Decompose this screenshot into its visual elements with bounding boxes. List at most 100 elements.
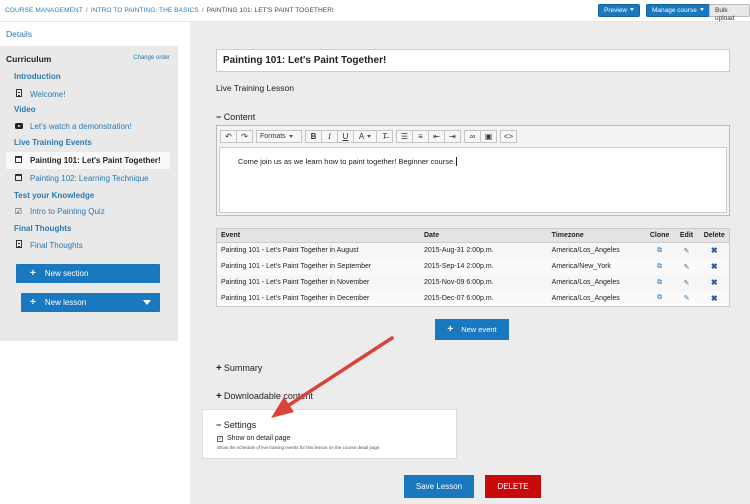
settings-panel: − Settings ✓ Show on detail page Show the… <box>202 409 457 459</box>
undo-icon[interactable]: ↶ <box>220 130 237 143</box>
lesson-quiz[interactable]: ☑ Intro to Painting Quiz <box>14 207 105 216</box>
delete-icon[interactable]: ✖ <box>699 290 730 307</box>
event-timezone: America/Los_Angeles <box>551 279 620 286</box>
clone-icon[interactable]: ⧉ <box>646 275 674 291</box>
delete-icon[interactable]: ✖ <box>699 275 729 291</box>
delete-icon[interactable]: ✖ <box>699 243 729 259</box>
manage-course-button[interactable]: Manage course <box>646 4 710 17</box>
summary-label: Summary <box>223 363 263 373</box>
show-on-detail-help: Show the schedule of live training event… <box>217 445 381 450</box>
details-link[interactable]: Details <box>6 29 32 39</box>
lesson-title-input[interactable]: Painting 101: Let's Paint Together! <box>216 49 730 72</box>
lesson-label: Welcome! <box>30 89 66 99</box>
event-timezone: America/Los_Angeles <box>547 290 646 307</box>
table-row: Painting 101 - Let's Paint Together in S… <box>216 258 730 275</box>
calendar-icon <box>14 156 23 165</box>
lesson-label: Intro to Painting Quiz <box>30 207 105 216</box>
delete-button[interactable]: DELETE <box>485 475 541 498</box>
numbered-list-icon[interactable]: ≡ <box>412 130 429 143</box>
save-lesson-button[interactable]: Save Lesson <box>404 475 474 498</box>
underline-icon[interactable]: U <box>337 130 354 143</box>
chevron-down-icon <box>288 135 293 138</box>
section-test-knowledge[interactable]: Test your Knowledge <box>14 191 94 200</box>
breadcrumb-course-management[interactable]: COURSE MANAGEMENT <box>5 7 83 14</box>
show-on-detail-label: Show on detail page <box>227 435 291 442</box>
breadcrumb-course[interactable]: INTRO TO PAINTING: THE BASICS <box>91 7 199 14</box>
editor-text: Come join us as we learn how to paint to… <box>238 157 456 166</box>
document-icon <box>14 240 23 250</box>
table-row: Painting 101 - Let's Paint Together in D… <box>216 290 730 307</box>
clone-icon[interactable]: ⧉ <box>645 290 674 307</box>
pencil-icon[interactable]: ✎ <box>674 275 700 291</box>
checkbox-icon: ☑ <box>14 207 23 216</box>
breadcrumb-separator: / <box>85 7 88 14</box>
collapse-icon: − <box>216 420 222 430</box>
checkmark-icon: ✓ <box>217 435 223 442</box>
youtube-icon <box>14 122 23 131</box>
event-date: 2015-Aug-31 2:00p.m. <box>423 247 494 255</box>
breadcrumb-current: PAINTING 101: LET'S PAINT TOGETHER! <box>206 7 334 14</box>
event-date: 2015-Nov-09 6:00p.m. <box>423 279 494 286</box>
bullet-list-icon[interactable]: ☰ <box>396 130 413 143</box>
image-icon[interactable]: ▣ <box>480 130 497 143</box>
section-live-training-events[interactable]: Live Training Events <box>14 138 92 147</box>
link-icon[interactable]: ∞ <box>464 130 481 143</box>
new-event-label: New event <box>461 325 497 334</box>
calendar-icon <box>14 174 23 183</box>
lesson-editor: Painting 101: Let's Paint Together! Live… <box>190 22 750 504</box>
lesson-painting-101[interactable]: Painting 101: Let's Paint Together! <box>6 152 170 169</box>
text-color-icon[interactable]: A <box>353 130 377 143</box>
code-icon[interactable]: <> <box>500 130 517 143</box>
text-cursor <box>456 157 458 166</box>
curriculum-sidebar: Curriculum Change order Introduction Wel… <box>0 46 178 341</box>
pencil-icon[interactable]: ✎ <box>674 243 700 259</box>
section-video[interactable]: Video <box>14 105 36 114</box>
lesson-label: Painting 101: Let's Paint Together! <box>30 156 161 165</box>
preview-label: Preview <box>604 7 628 14</box>
downloadable-panel-toggle[interactable]: + Downloadable content <box>216 391 313 402</box>
section-introduction[interactable]: Introduction <box>14 72 61 81</box>
bold-icon[interactable]: B <box>305 130 322 143</box>
clone-icon[interactable]: ⧉ <box>646 243 674 259</box>
collapse-icon: − <box>216 112 222 122</box>
pencil-icon[interactable]: ✎ <box>673 258 700 275</box>
column-delete: Delete <box>699 228 730 243</box>
lesson-welcome[interactable]: Welcome! <box>14 89 65 99</box>
outdent-icon[interactable]: ⇤ <box>428 130 445 143</box>
lesson-painting-102[interactable]: Painting 102: Learning Technique <box>14 174 149 183</box>
summary-panel-toggle[interactable]: + Summary <box>216 363 262 374</box>
settings-label: Settings <box>223 420 257 430</box>
section-final-thoughts[interactable]: Final Thoughts <box>14 224 71 233</box>
content-label: Content <box>223 112 256 122</box>
formats-dropdown[interactable]: Formats <box>256 130 302 143</box>
clone-icon[interactable]: ⧉ <box>645 258 674 275</box>
preview-button[interactable]: Preview <box>598 4 641 17</box>
lesson-label: Final Thoughts <box>30 240 83 250</box>
lesson-label: Let's watch a demonstration! <box>30 122 132 131</box>
pencil-icon[interactable]: ✎ <box>673 290 700 307</box>
new-section-button[interactable]: + New section <box>16 264 160 283</box>
formats-label: Formats <box>260 133 286 140</box>
indent-icon[interactable]: ⇥ <box>444 130 461 143</box>
column-event: Event <box>216 228 420 243</box>
delete-icon[interactable]: ✖ <box>699 258 730 275</box>
downloadable-label: Downloadable content <box>223 391 313 401</box>
new-lesson-label: New lesson <box>44 298 87 307</box>
new-lesson-button[interactable]: + New lesson <box>21 293 160 312</box>
new-event-button[interactable]: + New event <box>435 319 509 340</box>
document-icon <box>14 89 23 99</box>
content-heading[interactable]: − Content <box>216 112 255 122</box>
redo-icon[interactable]: ↷ <box>236 130 253 143</box>
bulk-upload-button[interactable]: Bulk upload <box>709 4 750 22</box>
lesson-label: Painting 102: Learning Technique <box>30 174 149 183</box>
editor-content-area[interactable]: Come join us as we learn how to paint to… <box>219 147 727 213</box>
clear-format-icon[interactable]: T̶ <box>376 130 393 143</box>
event-name: Painting 101 - Let's Paint Together in S… <box>216 258 420 275</box>
lesson-final-thoughts[interactable]: Final Thoughts <box>14 240 83 250</box>
lesson-demonstration[interactable]: Let's watch a demonstration! <box>14 122 132 131</box>
settings-panel-toggle[interactable]: − Settings <box>216 420 256 430</box>
italic-icon[interactable]: I <box>321 130 338 143</box>
chevron-down-icon[interactable] <box>143 300 151 305</box>
change-order-link[interactable]: Change order <box>133 55 170 61</box>
show-on-detail-checkbox[interactable]: ✓ Show on detail page <box>217 435 290 442</box>
